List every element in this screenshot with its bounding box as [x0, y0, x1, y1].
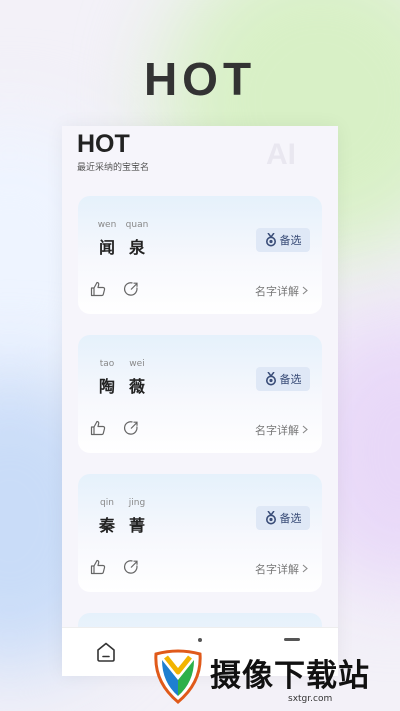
- tab-icon-2[interactable]: [198, 638, 202, 642]
- thumbs-up-icon[interactable]: [90, 420, 106, 436]
- medal-icon: [265, 372, 277, 386]
- hero-title: HOT: [143, 53, 257, 105]
- detail-label: 名字详解: [255, 424, 299, 437]
- thumbs-up-icon[interactable]: [90, 281, 106, 297]
- pinyin: wen: [97, 220, 117, 230]
- hanzi: 陶: [98, 377, 115, 396]
- pinyin: jing: [128, 498, 146, 508]
- name-detail-link[interactable]: 名字详解: [255, 422, 308, 438]
- ai-watermark: AI: [266, 138, 296, 171]
- share-icon[interactable]: [123, 281, 139, 297]
- name-char: wei 薇: [122, 359, 152, 397]
- chevron-right-icon: [302, 563, 308, 576]
- name-char: jing 菁: [122, 498, 152, 536]
- tab-icon-3[interactable]: [284, 638, 300, 641]
- pinyin: qin: [100, 498, 114, 508]
- backup-button[interactable]: 备选: [256, 228, 310, 252]
- backup-label: 备选: [279, 512, 302, 525]
- name-card[interactable]: tao 陶 wei 薇 备选 名字详解: [78, 335, 322, 453]
- hanzi: 薇: [128, 377, 145, 396]
- thumbs-up-icon[interactable]: [90, 559, 106, 575]
- share-icon[interactable]: [123, 559, 139, 575]
- hanzi: 泉: [128, 238, 145, 257]
- site-watermark-url: sxtgr.com: [288, 694, 333, 704]
- name-char: wen 闻: [92, 220, 122, 258]
- site-watermark-name: 摄像下载站: [210, 658, 370, 694]
- name-card[interactable]: qin 秦 jing 菁 备选 名字详解: [78, 474, 322, 592]
- phone-screen: HOT 最近采纳的宝宝名 AI wen 闻 quan 泉 备选 名字详解 tao…: [62, 126, 338, 676]
- home-icon[interactable]: [95, 641, 117, 663]
- detail-label: 名字详解: [255, 285, 299, 298]
- pinyin: quan: [125, 220, 149, 230]
- chevron-right-icon: [302, 285, 308, 298]
- backup-button[interactable]: 备选: [256, 367, 310, 391]
- medal-icon: [265, 511, 277, 525]
- hanzi: 闻: [98, 238, 115, 257]
- detail-label: 名字详解: [255, 563, 299, 576]
- name-char: qin 秦: [92, 498, 122, 536]
- name-detail-link[interactable]: 名字详解: [255, 561, 308, 577]
- page-subtitle: 最近采纳的宝宝名: [77, 163, 150, 173]
- backup-button[interactable]: 备选: [256, 506, 310, 530]
- page-title: HOT: [77, 130, 130, 158]
- name-char: tao 陶: [92, 359, 122, 397]
- hanzi: 菁: [128, 516, 145, 535]
- name-detail-link[interactable]: 名字详解: [255, 283, 308, 299]
- hanzi: 秦: [98, 516, 115, 535]
- name-card[interactable]: wen 闻 quan 泉 备选 名字详解: [78, 196, 322, 314]
- name-char: quan 泉: [122, 220, 152, 258]
- site-logo-icon: [152, 648, 204, 704]
- backup-label: 备选: [279, 373, 302, 386]
- share-icon[interactable]: [123, 420, 139, 436]
- pinyin: wei: [129, 359, 145, 369]
- medal-icon: [265, 233, 277, 247]
- chevron-right-icon: [302, 424, 308, 437]
- pinyin: tao: [99, 359, 115, 369]
- backup-label: 备选: [279, 234, 302, 247]
